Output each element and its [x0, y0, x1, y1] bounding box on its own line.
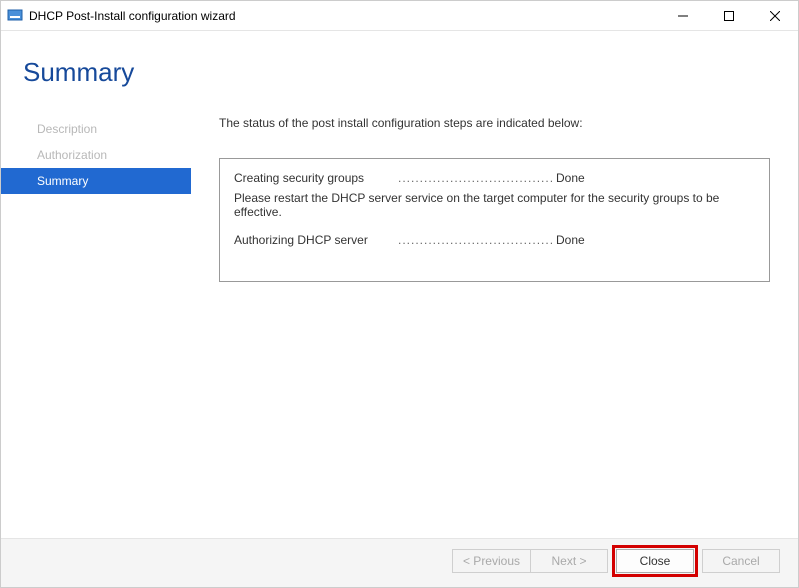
minimize-button[interactable]: [660, 1, 706, 31]
results-box: Creating security groups ...............…: [219, 158, 770, 282]
nav-button-pair: < Previous Next >: [452, 549, 608, 573]
step-label: Creating security groups: [234, 171, 394, 185]
content-area: Summary Description Authorization Summar…: [1, 31, 798, 538]
sidebar-item-label: Description: [37, 122, 97, 136]
step-message: Please restart the DHCP server service o…: [234, 191, 755, 219]
step-row: Creating security groups ...............…: [234, 171, 755, 185]
sidebar-item-label: Summary: [37, 174, 88, 188]
step-label: Authorizing DHCP server: [234, 233, 394, 247]
main-panel: The status of the post install configura…: [191, 112, 798, 538]
step-row: Authorizing DHCP server ................…: [234, 233, 755, 247]
window-title: DHCP Post-Install configuration wizard: [29, 9, 660, 23]
body-area: Description Authorization Summary The st…: [1, 112, 798, 538]
cancel-button[interactable]: Cancel: [702, 549, 780, 573]
close-button[interactable]: Close: [616, 549, 694, 573]
progress-dots: ....................................: [398, 233, 552, 247]
wizard-window: DHCP Post-Install configuration wizard S…: [0, 0, 799, 588]
wizard-steps-sidebar: Description Authorization Summary: [1, 112, 191, 538]
progress-dots: ....................................: [398, 171, 552, 185]
app-icon: [7, 8, 23, 24]
close-window-button[interactable]: [752, 1, 798, 31]
sidebar-item-authorization[interactable]: Authorization: [1, 142, 191, 168]
next-button[interactable]: Next >: [530, 549, 608, 573]
wizard-footer: < Previous Next > Close Cancel: [1, 538, 798, 587]
maximize-button[interactable]: [706, 1, 752, 31]
sidebar-item-summary[interactable]: Summary: [1, 168, 191, 194]
previous-button[interactable]: < Previous: [452, 549, 530, 573]
step-status: Done: [556, 233, 585, 247]
titlebar: DHCP Post-Install configuration wizard: [1, 1, 798, 31]
sidebar-item-label: Authorization: [37, 148, 107, 162]
step-status: Done: [556, 171, 585, 185]
intro-text: The status of the post install configura…: [219, 116, 770, 130]
page-heading: Summary: [1, 31, 798, 112]
sidebar-item-description[interactable]: Description: [1, 116, 191, 142]
